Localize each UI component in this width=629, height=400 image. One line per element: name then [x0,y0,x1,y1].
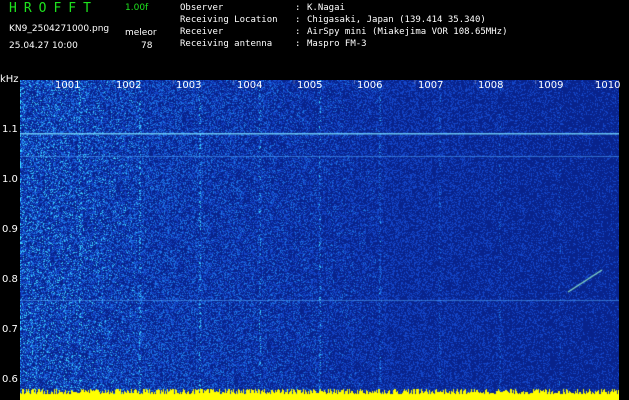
info-row-observer: Observer : K.Nagai [180,3,507,15]
datetime: 25.04.27 10:00 [9,41,78,51]
y-axis-unit: kHz [0,74,19,85]
info-value: Maspro FM-3 [307,39,367,49]
y-tick-label: 0.6 [2,374,18,385]
file-name: KN9_2504271000.png [9,24,110,34]
y-tick-label: 0.7 [2,324,18,335]
detection-count: 78 [141,41,153,51]
y-tick-label: 0.8 [2,274,18,285]
info-separator: : [295,3,301,13]
x-tick-label: 1007 [418,80,444,91]
info-separator: : [295,15,301,25]
version-label: 1.00f [125,3,149,13]
x-tick-label: 1002 [116,80,142,91]
x-tick-label: 1003 [176,80,202,91]
info-row-receiver: Receiver : AirSpy mini (Miakejima VOR 10… [180,27,507,39]
y-tick-label: 1.0 [2,174,18,185]
x-tick-label: 1009 [538,80,564,91]
station-info: Observer : K.Nagai Receiving Location : … [180,3,507,51]
x-tick-label: 1008 [478,80,504,91]
info-value: Chigasaki, Japan (139.414 35.340) [307,15,486,25]
spectrogram [20,80,619,400]
info-separator: : [295,39,301,49]
y-tick-label: 0.9 [2,224,18,235]
info-key: Receiving antenna [180,39,273,49]
info-row-location: Receiving Location : Chigasaki, Japan (1… [180,15,507,27]
x-tick-label: 1006 [357,80,383,91]
info-key: Receiver [180,27,224,37]
x-tick-label: 1001 [55,80,81,91]
info-key: Receiving Location [180,15,278,25]
program-label: meleor [125,28,157,38]
info-value: K.Nagai [307,3,345,13]
info-key: Observer [180,3,224,13]
info-separator: : [295,27,301,37]
app-title: HROFFT [9,1,98,16]
x-tick-label: 1004 [237,80,263,91]
x-tick-label: 1005 [297,80,323,91]
y-tick-label: 1.1 [2,124,18,135]
info-value: AirSpy mini (Miakejima VOR 108.65MHz) [307,27,508,37]
info-row-antenna: Receiving antenna : Maspro FM-3 [180,39,507,51]
x-tick-label: 1010 [595,80,621,91]
